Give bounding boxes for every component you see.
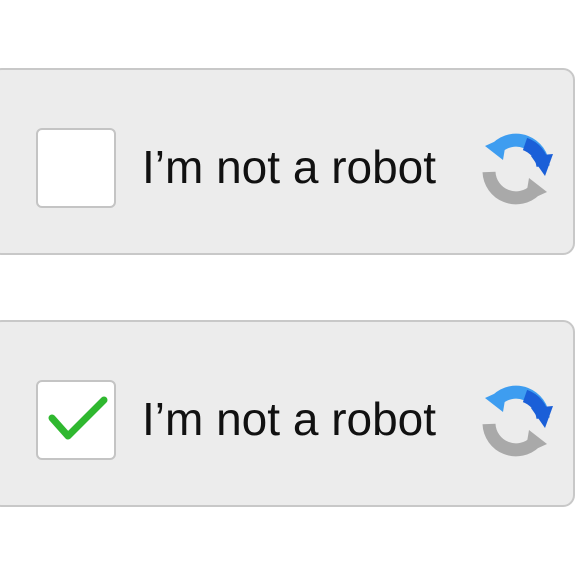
page: I’m not a robot I’m not a robot <box>0 0 577 577</box>
recaptcha-refresh-icon <box>482 133 553 205</box>
checkmark-icon <box>48 396 108 440</box>
captcha-checkbox-checked[interactable] <box>36 380 116 460</box>
captcha-label: I’m not a robot <box>142 141 437 193</box>
captcha-widget-checked: I’m not a robot <box>0 320 575 507</box>
captcha-label: I’m not a robot <box>142 393 437 445</box>
recaptcha-refresh-icon <box>482 385 553 457</box>
captcha-checkbox[interactable] <box>36 128 116 208</box>
captcha-widget-unchecked: I’m not a robot <box>0 68 575 255</box>
